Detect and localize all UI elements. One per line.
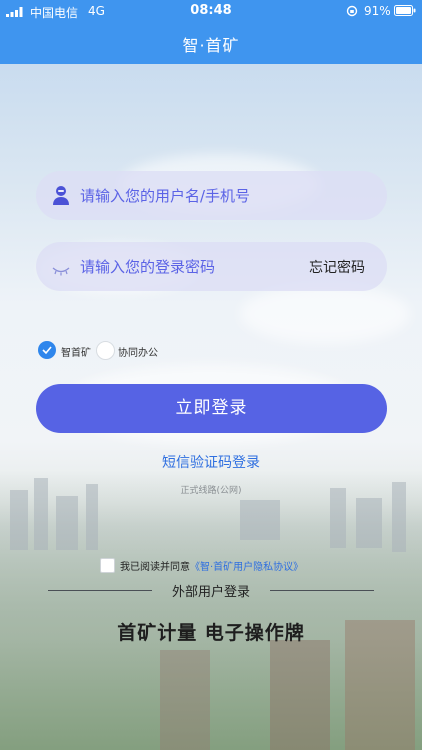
- option-label: 协同办公: [118, 348, 158, 359]
- external-login-divider: 外部用户登录: [0, 581, 422, 600]
- agreement-text: 我已阅读并同意《智·首矿用户隐私协议》: [120, 558, 303, 573]
- clock: 08:48: [190, 3, 232, 18]
- forgot-password-link[interactable]: 忘记密码: [309, 257, 365, 277]
- page-title: 智·首矿: [182, 36, 240, 55]
- battery-icon: [394, 5, 416, 16]
- eye-closed-icon[interactable]: [52, 261, 70, 276]
- username-placeholder: 请输入您的用户名/手机号: [80, 187, 251, 205]
- username-field[interactable]: 请输入您的用户名/手机号: [36, 171, 387, 220]
- privacy-policy-link[interactable]: 《智·首矿用户隐私协议》: [190, 562, 303, 573]
- option-label: 智首矿: [61, 348, 91, 359]
- user-icon: [52, 185, 70, 205]
- footer-title[interactable]: 首矿计量 电子操作牌: [0, 618, 422, 645]
- login-button[interactable]: 立即登录: [36, 384, 387, 433]
- password-field[interactable]: 请输入您的登录密码 忘记密码: [36, 242, 387, 291]
- status-bar: 中国电信 4G 08:48 91%: [0, 0, 422, 22]
- rotation-lock-icon: [346, 5, 358, 17]
- divider-line-right: [270, 590, 374, 591]
- line-note: 正式线路(公网): [180, 486, 242, 496]
- check-icon[interactable]: [38, 341, 56, 359]
- password-placeholder: 请输入您的登录密码: [80, 258, 216, 276]
- city-skyline: [0, 470, 422, 750]
- agree-checkbox[interactable]: [100, 558, 115, 573]
- agree-prefix: 我已阅读并同意: [120, 562, 190, 573]
- sms-login-link[interactable]: 短信验证码登录: [0, 452, 422, 472]
- battery-percent: 91%: [364, 4, 391, 18]
- unchecked-circle-icon[interactable]: [96, 341, 115, 360]
- nav-bar: 智·首矿: [0, 22, 422, 64]
